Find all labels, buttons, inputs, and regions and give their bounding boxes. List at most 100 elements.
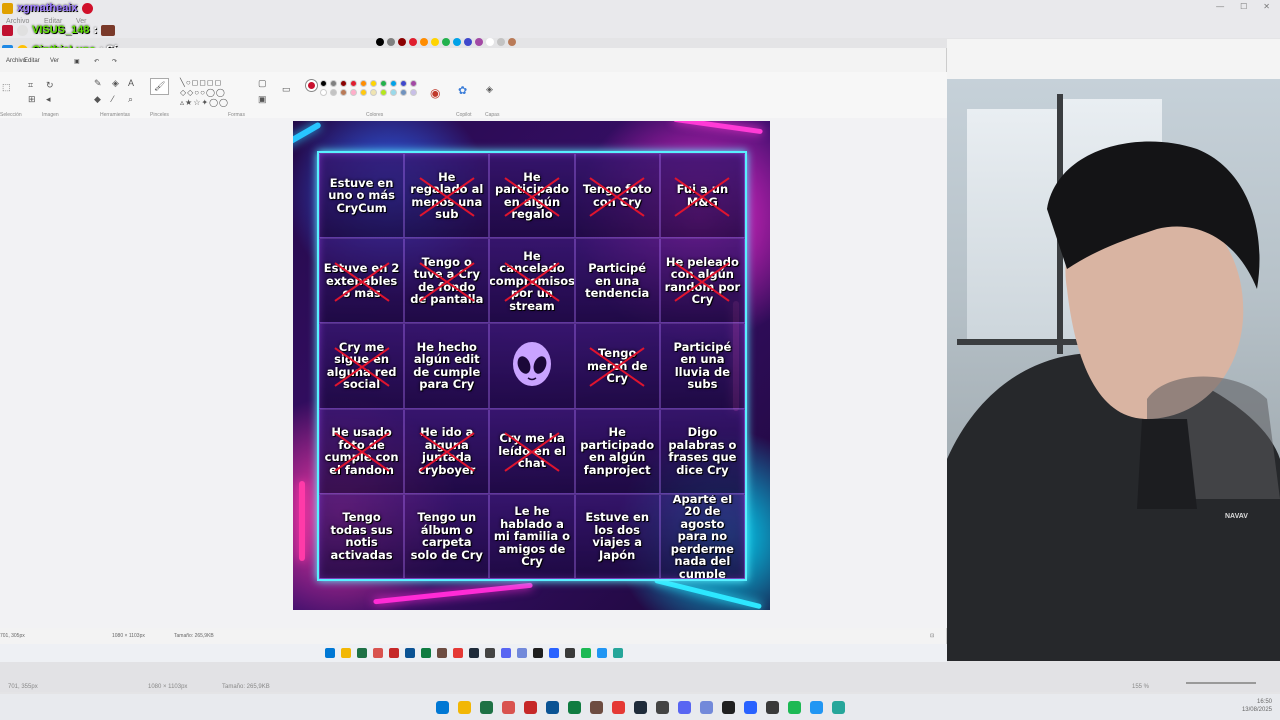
color-swatch[interactable] [350, 80, 357, 87]
taskbar-app-icon[interactable] [721, 700, 735, 714]
taskbar-app-icon[interactable] [596, 648, 607, 658]
taskbar-app-icon[interactable] [500, 648, 511, 658]
taskbar-app-icon[interactable] [532, 648, 543, 658]
color-swatch[interactable] [400, 89, 407, 96]
color-swatch[interactable] [508, 38, 516, 46]
taskbar-app-icon[interactable] [655, 700, 669, 714]
color-swatch[interactable] [464, 38, 472, 46]
taskbar-app-icon[interactable] [564, 648, 575, 658]
taskbar-app-icon[interactable] [677, 700, 691, 714]
taskbar-app-icon[interactable] [633, 700, 647, 714]
color-swatch[interactable] [387, 38, 395, 46]
color-swatch[interactable] [420, 38, 428, 46]
shapes-gallery-icon[interactable]: ╲○◻◻◻◻ [180, 78, 222, 87]
taskbar-app-icon[interactable] [420, 648, 431, 658]
taskbar-app-icon[interactable] [457, 700, 471, 714]
rotate-icon[interactable]: ↻ [46, 80, 54, 91]
text-icon[interactable]: A [128, 78, 134, 88]
close-icon[interactable]: ✕ [1263, 2, 1270, 11]
color-swatch[interactable] [410, 80, 417, 87]
menu-ver[interactable]: Ver [50, 58, 59, 64]
taskbar-app-icon[interactable] [372, 648, 383, 658]
color-swatch[interactable] [486, 38, 494, 46]
taskbar-app-icon[interactable] [452, 648, 463, 658]
redo-icon[interactable]: ↷ [112, 58, 117, 65]
resize-icon[interactable]: ⊞ [28, 94, 36, 105]
taskbar-app-icon[interactable] [765, 700, 779, 714]
color-swatch[interactable] [380, 89, 387, 96]
color-swatch[interactable] [398, 38, 406, 46]
outline-icon[interactable]: ▢ [258, 78, 267, 89]
save-icon[interactable]: ▣ [74, 58, 80, 65]
brush-icon[interactable]: 🖌 [150, 78, 170, 95]
taskbar-app-icon[interactable] [787, 700, 801, 714]
zoom-slider[interactable] [1186, 682, 1256, 684]
taskbar-app-icon[interactable] [324, 648, 335, 658]
edit-colors-icon[interactable]: ◉ [430, 86, 440, 100]
flip-icon[interactable]: ◂ [46, 94, 51, 105]
taskbar-app-icon[interactable] [545, 700, 559, 714]
color-swatch[interactable] [330, 89, 337, 96]
color-swatch[interactable] [475, 38, 483, 46]
taskbar-app-icon[interactable] [611, 700, 625, 714]
taskbar-app-icon[interactable] [699, 700, 713, 714]
fit-icon[interactable]: ⊡ [930, 633, 934, 639]
color-swatch[interactable] [350, 89, 357, 96]
taskbar-app-icon[interactable] [516, 648, 527, 658]
taskbar-app-icon[interactable] [479, 700, 493, 714]
taskbar-app-icon[interactable] [436, 648, 447, 658]
taskbar-app-icon[interactable] [340, 648, 351, 658]
color-swatch[interactable] [320, 89, 327, 96]
color-swatch[interactable] [370, 89, 377, 96]
taskbar-app-icon[interactable] [484, 648, 495, 658]
color-swatch[interactable] [376, 38, 384, 46]
color-swatch[interactable] [360, 89, 367, 96]
color-swatch[interactable] [410, 89, 417, 96]
minimize-icon[interactable]: — [1216, 2, 1224, 11]
fill-icon[interactable]: ◈ [112, 78, 119, 89]
copilot-icon[interactable]: ✿ [458, 84, 467, 97]
color-swatch[interactable] [370, 80, 377, 87]
taskbar-app-icon[interactable] [580, 648, 591, 658]
color-swatch[interactable] [390, 80, 397, 87]
taskbar-app-icon[interactable] [468, 648, 479, 658]
color-swatch[interactable] [497, 38, 505, 46]
magnifier-icon[interactable]: ⌕ [128, 94, 133, 105]
color-swatch[interactable] [320, 80, 327, 87]
eraser-icon[interactable]: ◆ [94, 94, 101, 105]
color-swatch[interactable] [442, 38, 450, 46]
menu-editar[interactable]: Editar [24, 58, 40, 64]
taskbar-app-icon[interactable] [831, 700, 845, 714]
color-swatch[interactable] [453, 38, 461, 46]
taskbar-app-icon[interactable] [589, 700, 603, 714]
taskbar-app-icon[interactable] [356, 648, 367, 658]
shapes-gallery-icon[interactable]: ▵★☆✦◯◯ [180, 98, 229, 107]
shapes-gallery-icon[interactable]: ◇◇○○◯◯ [180, 88, 226, 97]
taskbar-app-icon[interactable] [809, 700, 823, 714]
color-swatch[interactable] [400, 80, 407, 87]
taskbar-app-icon[interactable] [743, 700, 757, 714]
taskbar-app-icon[interactable] [612, 648, 623, 658]
select-icon[interactable]: ⬚ [2, 82, 11, 93]
color-swatch[interactable] [431, 38, 439, 46]
taskbar-app-icon[interactable] [404, 648, 415, 658]
taskbar-app-icon[interactable] [388, 648, 399, 658]
taskbar-app-icon[interactable] [523, 700, 537, 714]
color-picker-icon[interactable]: ⁄ [112, 94, 114, 104]
crop-icon[interactable]: ⌗ [28, 80, 33, 91]
taskbar-app-icon[interactable] [567, 700, 581, 714]
layers-icon[interactable]: ◈ [486, 84, 493, 95]
active-color-swatch[interactable] [306, 80, 317, 91]
undo-icon[interactable]: ↶ [94, 58, 99, 65]
menu-archivo[interactable]: Archivo [6, 58, 26, 64]
fill-shape-icon[interactable]: ▣ [258, 94, 267, 105]
color-swatch[interactable] [390, 89, 397, 96]
maximize-icon[interactable]: ☐ [1240, 2, 1247, 11]
color-swatch[interactable] [330, 80, 337, 87]
pencil-icon[interactable]: ✎ [94, 78, 102, 89]
color-swatch[interactable] [380, 80, 387, 87]
taskbar-app-icon[interactable] [548, 648, 559, 658]
color-swatch[interactable] [340, 89, 347, 96]
taskbar-app-icon[interactable] [501, 700, 515, 714]
color-swatch[interactable] [360, 80, 367, 87]
